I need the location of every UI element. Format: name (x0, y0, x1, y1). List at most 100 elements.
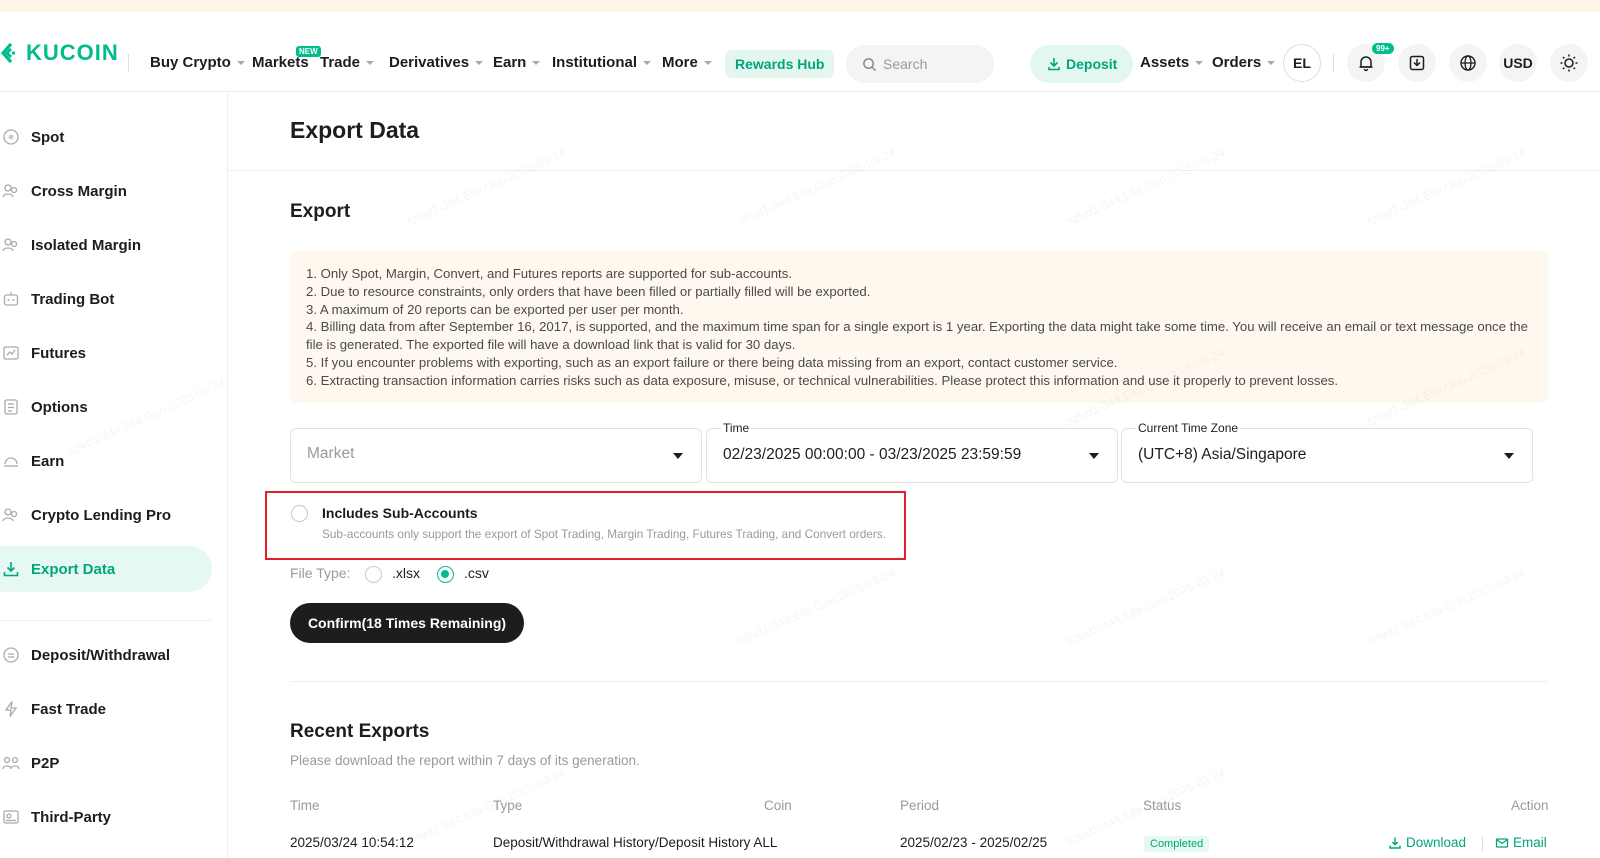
sidebar-item-export-data[interactable]: Export Data (0, 546, 212, 592)
sub-accounts-description: Sub-accounts only support the export of … (322, 527, 886, 541)
sidebar-item-third-party[interactable]: Third-Party (0, 794, 111, 840)
notice-line: 1. Only Spot, Margin, Convert, and Futur… (306, 266, 792, 281)
notice-line: 4. Billing data from after September 16,… (306, 319, 1528, 353)
title-divider (228, 170, 1600, 171)
download-link[interactable]: Download (1388, 835, 1466, 850)
row-type: Deposit/Withdrawal History/Deposit Histo… (493, 835, 778, 850)
nav-more[interactable]: More (662, 54, 712, 71)
caret-down-icon (673, 453, 683, 459)
file-type-xlsx-radio[interactable] (365, 566, 382, 583)
file-type-csv-radio[interactable] (437, 566, 454, 583)
deposit-withdrawal-icon (0, 644, 22, 666)
logo-divider (128, 54, 129, 72)
nav-buy-crypto[interactable]: Buy Crypto (150, 54, 245, 71)
timezone-select[interactable]: Current Time Zone (UTC+8) Asia/Singapore (1121, 421, 1533, 483)
assets-menu[interactable]: Assets (1140, 54, 1204, 71)
third-party-icon (0, 806, 22, 828)
earn-icon (0, 450, 22, 472)
nav-label: Institutional (552, 54, 637, 71)
nav-label: Trade (320, 54, 361, 71)
currency-button[interactable]: USD (1499, 44, 1537, 82)
sub-accounts-checkbox[interactable] (291, 505, 308, 522)
bell-icon (1359, 56, 1373, 72)
language-button[interactable] (1449, 44, 1487, 82)
sidebar-item-deposit-withdrawal[interactable]: Deposit/Withdrawal (0, 632, 170, 678)
confirm-export-button[interactable]: Confirm(18 Times Remaining) (290, 603, 524, 643)
nav-trade[interactable]: Trade (320, 54, 375, 71)
time-range-select[interactable]: Time 02/23/2025 00:00:00 - 03/23/2025 23… (706, 421, 1118, 483)
caret-down-icon (1504, 453, 1514, 459)
sidebar-item-futures[interactable]: Futures (0, 330, 86, 376)
sidebar-item-label: Earn (31, 452, 65, 470)
sidebar-item-label: Crypto Lending Pro (31, 506, 171, 524)
orders-menu[interactable]: Orders (1212, 54, 1276, 71)
kucoin-logo-icon (0, 42, 15, 64)
bot-icon (0, 288, 22, 310)
sidebar-item-isolated-margin[interactable]: Isolated Margin (0, 222, 141, 268)
sidebar-item-label: Isolated Margin (31, 236, 142, 254)
column-header-action: Action (1511, 798, 1549, 813)
column-header-type: Type (493, 798, 523, 813)
recent-exports-title: Recent Exports (290, 721, 430, 742)
logo-text: KUCOIN (26, 40, 119, 65)
email-link[interactable]: Email (1495, 835, 1547, 850)
sidebar-item-label: Fast Trade (31, 700, 107, 718)
timezone-label: Current Time Zone (1136, 421, 1241, 435)
action-divider (1482, 837, 1483, 851)
sidebar-item-cross-margin[interactable]: Cross Margin (0, 168, 127, 214)
nav-label: Earn (493, 54, 527, 71)
file-type-csv-label[interactable]: .csv (464, 565, 489, 581)
file-type-xlsx-label[interactable]: .xlsx (392, 565, 420, 581)
sidebar-item-label: P2P (31, 754, 60, 772)
sidebar-item-fast-trade[interactable]: Fast Trade (0, 686, 106, 732)
search-input[interactable]: Search (846, 45, 994, 83)
kucoin-logo[interactable]: KUCOIN (0, 40, 119, 66)
sub-accounts-title: Includes Sub-Accounts (322, 505, 478, 521)
column-header-coin: Coin (764, 798, 792, 813)
nav-label: Buy Crypto (150, 54, 231, 71)
sidebar-item-earn[interactable]: Earn (0, 438, 64, 484)
top-header: KUCOIN Buy Crypto Markets NEW Trade Deri… (0, 12, 1600, 92)
sidebar-item-options[interactable]: Options (0, 384, 88, 430)
export-section-title: Export (290, 201, 351, 222)
sidebar-item-spot[interactable]: Spot (0, 114, 64, 160)
chevron-down-icon (366, 60, 375, 65)
timezone-value: (UTC+8) Asia/Singapore (1138, 446, 1307, 463)
main-content: Export Data Export 1. Only Spot, Margin,… (228, 93, 1600, 858)
sidebar-item-label: Options (31, 398, 88, 416)
caret-down-icon (1089, 453, 1099, 459)
column-header-status: Status (1143, 798, 1182, 813)
nav-label: More (662, 54, 698, 71)
chevron-down-icon (1267, 61, 1276, 66)
row-time: 2025/03/24 10:54:12 (290, 835, 414, 850)
sidebar-item-label: Export Data (31, 560, 116, 578)
chevron-down-icon (532, 60, 541, 65)
time-label: Time (721, 421, 752, 435)
sidebar-item-crypto-lending-pro[interactable]: Crypto Lending Pro (0, 492, 171, 538)
file-type-label: File Type: (290, 565, 351, 581)
export-notice-box: 1. Only Spot, Margin, Convert, and Futur… (290, 251, 1548, 403)
top-banner-strip (0, 0, 1600, 12)
column-header-time: Time (290, 798, 320, 813)
orders-label: Orders (1212, 54, 1262, 71)
spot-icon (0, 126, 22, 148)
deposit-button[interactable]: Deposit (1030, 45, 1134, 83)
sidebar-item-label: Third-Party (31, 808, 112, 826)
nav-earn[interactable]: Earn (493, 54, 541, 71)
app-download-icon (1409, 55, 1425, 71)
theme-toggle-button[interactable] (1550, 44, 1588, 82)
market-select[interactable]: Market (290, 428, 702, 483)
sidebar-item-p2p[interactable]: P2P (0, 740, 59, 786)
nav-label: Derivatives (389, 54, 470, 71)
cross-margin-icon (0, 180, 22, 202)
status-badge: Completed (1144, 836, 1210, 852)
sidebar-item-trading-bot[interactable]: Trading Bot (0, 276, 114, 322)
avatar[interactable]: EL (1283, 44, 1321, 82)
app-download-button[interactable] (1398, 44, 1436, 82)
nav-institutional[interactable]: Institutional (552, 54, 651, 71)
assets-label: Assets (1140, 54, 1190, 71)
rewards-hub-button[interactable]: Rewards Hub (725, 50, 835, 78)
notice-line: 3. A maximum of 20 reports can be export… (306, 301, 684, 317)
nav-derivatives[interactable]: Derivatives (389, 54, 484, 71)
notice-line: 5. If you encounter problems with export… (306, 354, 1118, 370)
